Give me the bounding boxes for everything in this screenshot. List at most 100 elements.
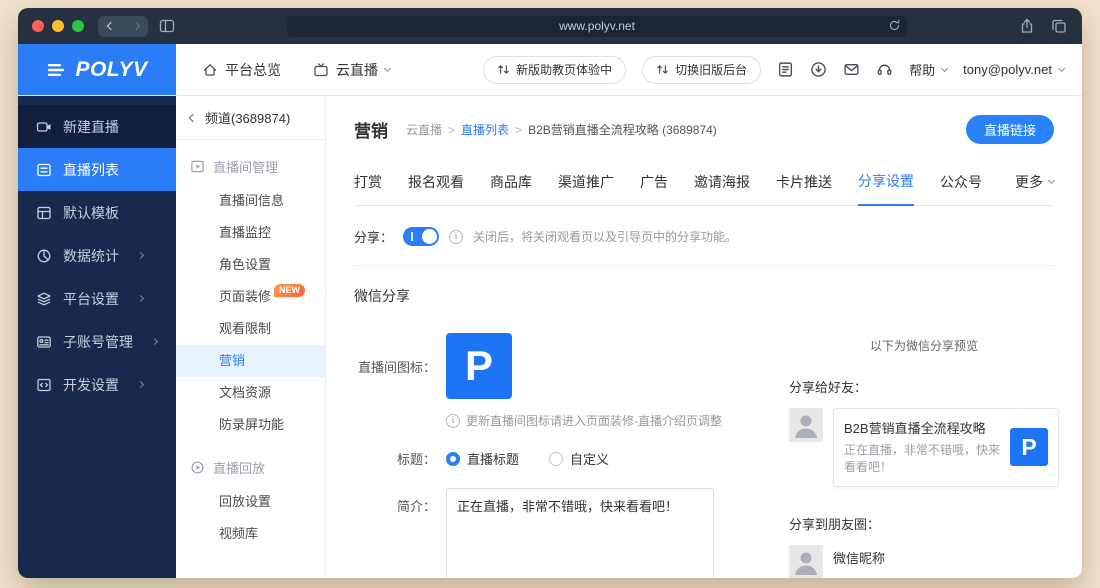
tab-card-push[interactable]: 卡片推送	[776, 172, 832, 205]
tab-official-account[interactable]: 公众号	[940, 172, 982, 205]
feedback-form-icon[interactable]	[777, 61, 794, 78]
tab-invite-poster[interactable]: 邀请海报	[694, 172, 750, 205]
chevron-right-icon	[136, 251, 145, 260]
radio-unselected-icon	[549, 451, 564, 466]
share-row: 分享： 关闭后，将关闭观看页以及引导页中的分享功能。	[354, 227, 1054, 266]
tab-share-settings[interactable]: 分享设置	[858, 171, 914, 206]
info-icon	[449, 229, 464, 244]
sidebar-item-new-live[interactable]: 新建直播	[18, 105, 176, 148]
new-badge: NEW	[274, 284, 306, 297]
browser-back-button[interactable]	[98, 16, 123, 37]
channel-back-label: 频道(3689874)	[205, 111, 291, 126]
sidebar-item-live-list[interactable]: 直播列表	[18, 148, 176, 191]
address-bar[interactable]: www.polyv.net	[287, 15, 907, 37]
page-header: 营销 云直播 > 直播列表 > B2B营销直播全流程攻略 (3689874) 直…	[354, 115, 1054, 144]
layers-icon	[37, 292, 51, 305]
sidebar-item-subaccount-mgmt[interactable]: 子账号管理	[18, 320, 176, 363]
breadcrumb-separator: >	[515, 122, 523, 137]
nav-platform-overview[interactable]: 平台总览	[202, 60, 281, 80]
help-menu[interactable]: 帮助	[909, 60, 949, 79]
mail-icon[interactable]	[843, 61, 860, 78]
channel-item-role-settings[interactable]: 角色设置	[176, 249, 325, 281]
channel-item-documents[interactable]: 文档资源	[176, 377, 325, 409]
zoom-window-button[interactable]	[72, 20, 84, 32]
main-content: 营销 云直播 > 直播列表 > B2B营销直播全流程攻略 (3689874) 直…	[326, 96, 1082, 578]
url-text: www.polyv.net	[559, 19, 635, 33]
radio-live-title-label: 直播标题	[467, 452, 520, 467]
account-menu[interactable]: tony@polyv.net	[963, 62, 1066, 77]
channel-item-label: 直播间信息	[219, 193, 285, 208]
channel-back[interactable]: 频道(3689874)	[176, 96, 325, 140]
friend-preview-row: B2B营销直播全流程攻略 正在直播，非常不错哦，快来看看吧！ P	[789, 408, 1059, 487]
breadcrumb-live-list-link[interactable]: 直播列表	[461, 121, 509, 138]
browser-nav-buttons	[98, 15, 148, 37]
chevron-right-icon	[150, 337, 159, 346]
minimize-window-button[interactable]	[52, 20, 64, 32]
channel-item-playback-settings[interactable]: 回放设置	[176, 486, 325, 518]
switch-old-version-button[interactable]: 切换旧版后台	[642, 55, 762, 84]
sidebar-item-label: 数据统计	[63, 247, 119, 264]
room-icon-image[interactable]: P	[446, 333, 512, 399]
channel-item-room-info[interactable]: 直播间信息	[176, 185, 325, 217]
chart-icon	[37, 249, 51, 262]
new-assistant-button[interactable]: 新版助教页体验中	[483, 55, 627, 84]
browser-sidebar-icon[interactable]	[158, 17, 176, 35]
room-icon-label: 直播间图标：	[357, 359, 436, 375]
chevron-down-icon	[383, 64, 392, 72]
sidebar-item-data-stats[interactable]: 数据统计	[18, 234, 176, 277]
wechat-share-preview: 以下为微信分享预览 分享给好友： B2B营销直播全流程攻略 正在直播，非常不错哦…	[789, 337, 1059, 578]
tab-signup-watch[interactable]: 报名观看	[408, 172, 464, 205]
main-sidebar: 新建直播 直播列表 默认模板 数据统计 平台设置 子账号管理 开发设置	[18, 96, 176, 578]
radio-custom[interactable]: 自定义	[549, 449, 609, 468]
refresh-icon[interactable]	[888, 19, 902, 33]
live-tv-icon	[314, 62, 328, 76]
share-toggle[interactable]	[403, 227, 440, 246]
group-live-playback[interactable]: 直播回放	[190, 458, 311, 477]
channel-item-marketing[interactable]: 营销	[176, 345, 325, 377]
chevron-down-icon	[1047, 176, 1056, 185]
chevron-down-icon	[1057, 64, 1066, 72]
tab-reward[interactable]: 打赏	[354, 172, 382, 205]
more-menu[interactable]: 更多	[1015, 172, 1056, 205]
sidebar-item-label: 默认模板	[63, 204, 119, 221]
sidebar-item-label: 平台设置	[63, 290, 119, 307]
channel-item-video-library[interactable]: 视频库	[176, 518, 325, 550]
share-to-moments-label: 分享到朋友圈：	[789, 516, 881, 532]
breadcrumb: 云直播 > 直播列表 > B2B营销直播全流程攻略 (3689874)	[406, 121, 717, 138]
sidebar-item-default-template[interactable]: 默认模板	[18, 191, 176, 234]
channel-item-anti-record[interactable]: 防录屏功能	[176, 409, 325, 441]
sidebar-item-platform-settings[interactable]: 平台设置	[18, 277, 176, 320]
tab-product-library[interactable]: 商品库	[490, 172, 532, 205]
description-input[interactable]: 正在直播，非常不错哦，快来看看吧！	[446, 488, 714, 578]
moments-preview-row: 微信昵称	[789, 544, 1059, 578]
nav-platform-overview-label: 平台总览	[225, 61, 281, 78]
share-icon[interactable]	[1018, 17, 1036, 35]
radio-live-title[interactable]: 直播标题	[446, 449, 519, 468]
polyv-logo[interactable]: POLYV	[18, 44, 176, 95]
tab-channel-promotion[interactable]: 渠道推广	[558, 172, 614, 205]
card-desc: 正在直播，非常不错哦，快来看看吧！	[844, 443, 1001, 475]
tab-ads[interactable]: 广告	[640, 172, 668, 205]
sidebar-item-dev-settings[interactable]: 开发设置	[18, 363, 176, 406]
tabs-overview-icon[interactable]	[1050, 17, 1068, 35]
radio-selected-icon	[446, 451, 460, 466]
download-icon[interactable]	[810, 61, 827, 78]
description-label: 简介：	[396, 499, 436, 514]
channel-item-live-monitor[interactable]: 直播监控	[176, 217, 325, 249]
live-link-button[interactable]: 直播链接	[965, 115, 1054, 144]
group-live-room-mgmt[interactable]: 直播间管理	[190, 157, 311, 176]
browser-forward-button[interactable]	[123, 16, 148, 37]
topnav-left: 平台总览 云直播	[176, 60, 392, 80]
polyv-logo-text: POLYV	[75, 57, 148, 81]
play-circle-icon	[191, 461, 204, 474]
sidebar-item-label: 直播列表	[63, 161, 119, 178]
breadcrumb-cloud-live: 云直播	[406, 123, 443, 137]
close-window-button[interactable]	[32, 20, 44, 32]
channel-item-page-decoration[interactable]: 页面装修 NEW	[176, 281, 325, 313]
room-icon-hint-text: 更新直播间图标请进入页面装修-直播介绍页调整	[466, 414, 722, 428]
customer-service-icon[interactable]	[876, 61, 893, 78]
polyv-logo-icon	[48, 63, 65, 76]
nav-cloud-live[interactable]: 云直播	[313, 60, 392, 80]
template-icon	[37, 206, 51, 219]
channel-item-watch-restrictions[interactable]: 观看限制	[176, 313, 325, 345]
